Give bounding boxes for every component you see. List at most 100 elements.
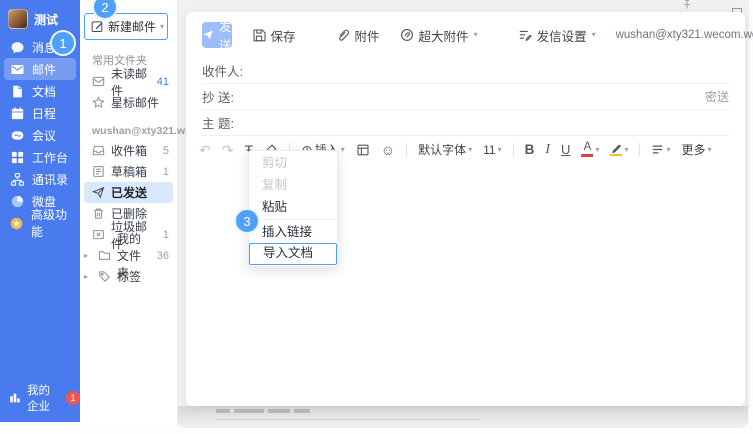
bcc-toggle[interactable]: 密送 <box>705 88 729 105</box>
chevron-right-icon[interactable]: ▸ <box>84 251 92 260</box>
undo-icon[interactable]: ↶ <box>199 143 211 157</box>
font-color-button[interactable]: A ▾ <box>581 142 599 157</box>
chevron-down-icon: ▾ <box>160 23 164 31</box>
chevron-down-icon: ▾ <box>666 146 670 154</box>
send-plane-icon <box>202 29 214 41</box>
profile[interactable]: 测试 <box>0 0 80 33</box>
attachment-label: 附件 <box>355 26 380 45</box>
paper-plane-icon <box>92 186 105 199</box>
menu-item-insert-link[interactable]: 插入链接 <box>249 221 337 243</box>
from-account-selector[interactable]: wushan@xty321.wecom.work ▾ <box>616 29 753 41</box>
sidebar-item-label: 会议 <box>32 127 56 144</box>
sidebar-item-enterprise[interactable]: 我的企业 1 <box>0 382 80 414</box>
folder-panel: 新建邮件 ▾ 常用文件夹 未读邮件 41 星标邮件 wushan@xty321.… <box>80 0 178 426</box>
folder-item-tags[interactable]: ▸ 标签 <box>80 266 177 287</box>
chevron-down-icon: ▾ <box>468 146 472 154</box>
cc-label: 抄 送: <box>202 87 234 106</box>
underline-button[interactable]: U <box>561 143 570 156</box>
chevron-down-icon: ▾ <box>474 31 478 39</box>
folder-label: 收件箱 <box>111 142 147 159</box>
paperclip-icon <box>336 28 350 42</box>
folder-item-inbox[interactable]: 收件箱 5 <box>80 140 177 161</box>
sidebar-item-contacts[interactable]: 通讯录 <box>4 168 76 190</box>
org-chart-icon <box>9 171 25 187</box>
menu-item-cut[interactable]: 剪切 <box>249 152 337 174</box>
enterprise-label: 我的企业 <box>27 382 61 414</box>
send-button[interactable]: 发送 <box>202 22 232 48</box>
to-field[interactable]: 收件人: <box>202 58 729 84</box>
advanced-features-icon <box>9 215 24 231</box>
trash-icon <box>92 207 105 220</box>
menu-divider <box>249 219 337 220</box>
template-icon[interactable] <box>356 143 370 157</box>
sidebar-item-label: 日程 <box>32 105 56 122</box>
alignment-button[interactable]: ▾ <box>651 143 670 156</box>
font-color-letter: A <box>584 142 592 154</box>
menu-item-import-document[interactable]: 导入文档 <box>249 243 337 265</box>
sidebar-item-label: 通讯录 <box>32 171 68 188</box>
sidebar-item-mail[interactable]: 邮件 <box>4 58 76 80</box>
send-settings-icon <box>518 28 532 42</box>
chevron-down-icon: ▾ <box>707 146 711 154</box>
save-button[interactable]: 保存 <box>252 26 296 45</box>
font-size-select[interactable]: 11 ▾ <box>483 144 501 156</box>
sidebar-item-calendar[interactable]: 日程 <box>4 102 76 124</box>
compose-label: 新建邮件 <box>108 18 156 35</box>
document-icon <box>9 83 25 99</box>
folder-count: 5 <box>163 145 169 157</box>
folder-count: 41 <box>157 76 169 88</box>
sidebar-item-label: 邮件 <box>32 61 56 78</box>
folder-item-unread[interactable]: 未读邮件 41 <box>80 71 177 92</box>
sidebar-item-workbench[interactable]: 工作台 <box>4 146 76 168</box>
account-group-label: wushan@xty321.w... <box>92 125 177 137</box>
folder-icon <box>98 249 111 262</box>
attachment-button[interactable]: 附件 <box>336 26 380 45</box>
dimmed-divider-line <box>215 419 481 420</box>
folder-label: 星标邮件 <box>111 94 159 111</box>
send-settings-button[interactable]: 发信设置 ▾ <box>518 26 596 45</box>
sidebar-item-docs[interactable]: 文档 <box>4 80 76 102</box>
chevron-right-icon[interactable]: ▸ <box>84 272 92 281</box>
context-menu: 剪切 复制 粘贴 插入链接 导入文档 <box>248 150 338 267</box>
compose-toolbar: 发送 保存 附件 超大附件 ▾ <box>186 12 745 58</box>
send-label: 发送 <box>219 16 232 54</box>
sidebar-item-meeting[interactable]: 会议 <box>4 124 76 146</box>
folder-count: 1 <box>163 166 169 178</box>
sidebar-item-label: 文档 <box>32 83 56 100</box>
dimmed-text-fragment <box>216 409 310 413</box>
inbox-icon <box>92 144 105 157</box>
menu-item-paste[interactable]: 粘贴 <box>249 196 337 218</box>
annotation-step-3: 3 <box>234 208 260 234</box>
main-sidebar: 测试 消息 邮件 文档 <box>0 0 80 422</box>
italic-button[interactable]: I <box>545 143 550 157</box>
cc-field[interactable]: 抄 送: 密送 <box>202 84 729 110</box>
save-icon <box>252 28 266 42</box>
menu-item-copy[interactable]: 复制 <box>249 174 337 196</box>
folder-item-my-folders[interactable]: ▸ 我的文件夹 36 <box>80 245 177 266</box>
subject-field[interactable]: 主 题: <box>202 110 729 136</box>
font-family-value: 默认字体 <box>418 144 466 156</box>
font-family-select[interactable]: 默认字体 ▾ <box>418 144 472 156</box>
emoji-icon[interactable]: ☺ <box>381 143 395 157</box>
subject-label: 主 题: <box>202 113 234 132</box>
calendar-icon <box>9 105 25 121</box>
large-attachment-icon <box>400 28 414 42</box>
more-button[interactable]: 更多 ▾ <box>681 144 711 156</box>
tag-icon <box>98 270 111 283</box>
sidebar-item-label: 高级功能 <box>31 206 76 240</box>
large-attachment-button[interactable]: 超大附件 ▾ <box>400 26 478 45</box>
save-label: 保存 <box>271 26 296 45</box>
sidebar-item-advanced[interactable]: 高级功能 <box>4 212 76 234</box>
folder-count: 1 <box>163 229 169 241</box>
folder-item-sent[interactable]: 已发送 <box>84 182 173 203</box>
highlight-color-button[interactable]: ▾ <box>610 143 628 157</box>
spam-icon <box>92 228 105 241</box>
wecom-mail-app: 测试 消息 邮件 文档 <box>0 0 753 434</box>
folder-item-drafts[interactable]: 草稿箱 1 <box>80 161 177 182</box>
redo-icon[interactable]: ↷ <box>222 143 234 157</box>
sidebar-nav: 消息 邮件 文档 日程 <box>0 33 80 234</box>
folder-item-starred[interactable]: 星标邮件 <box>80 92 177 113</box>
bold-button[interactable]: B <box>525 143 535 157</box>
annotation-step-1: 1 <box>50 30 76 56</box>
chevron-down-icon: ▾ <box>624 146 628 154</box>
